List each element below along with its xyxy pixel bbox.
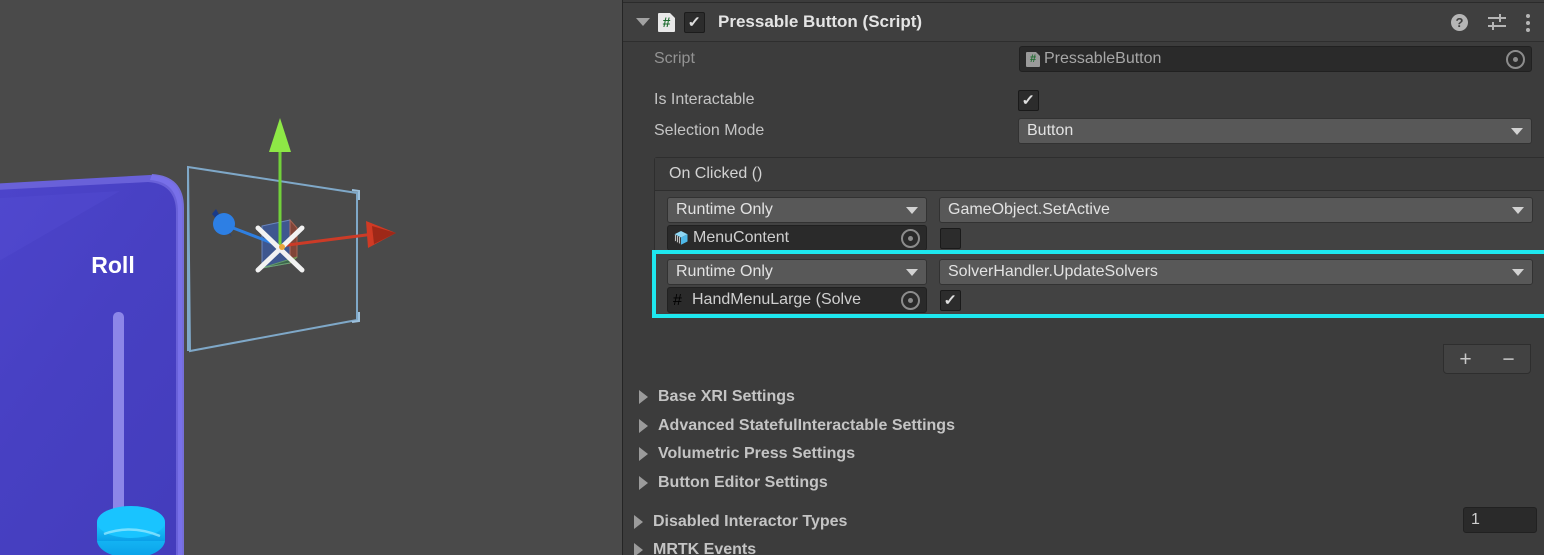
field-label-script: Script [654, 50, 695, 67]
remove-event-button[interactable]: − [1502, 349, 1514, 370]
event-list-add-remove: + − [1443, 344, 1531, 374]
script-object-field[interactable]: # PressableButton [1019, 46, 1532, 72]
chevron-right-icon[interactable] [639, 446, 648, 461]
inspector-panel: # ✓ Pressable Button (Script) ? Script #… [622, 0, 1544, 555]
preset-icon[interactable] [1488, 13, 1506, 31]
chevron-down-icon [1512, 206, 1524, 214]
foldout-volumetric-press-settings[interactable]: Volumetric Press Settings [623, 439, 1544, 468]
component-foldout-icon[interactable] [636, 18, 650, 26]
field-label-selection-mode: Selection Mode [654, 122, 765, 139]
foldout-label: Disabled Interactor Types [653, 512, 848, 530]
foldout-label: MRTK Events [653, 540, 757, 555]
cs-script-icon: # [1026, 51, 1040, 67]
event-target-object-field[interactable]: # HandMenuLarge (Solve [667, 287, 927, 313]
unity-event-on-clicked: On Clicked () Runtime Only GameObject.Se… [652, 157, 1544, 318]
field-label-is-interactable: Is Interactable [654, 91, 755, 108]
event-mode-dropdown[interactable]: Runtime Only [667, 197, 927, 223]
chevron-down-icon [1511, 127, 1523, 135]
event-entry-list: Runtime Only GameObject.SetActive MenuCo… [652, 191, 1544, 318]
scene-view[interactable]: Roll [0, 0, 620, 555]
foldout-advanced-statefulinteractable-settings[interactable]: Advanced StatefulInteractable Settings [623, 411, 1544, 440]
array-size-field[interactable]: 1 [1463, 507, 1537, 533]
is-interactable-checkbox[interactable]: ✓ [1018, 89, 1039, 111]
object-picker-icon[interactable] [901, 228, 920, 248]
more-menu-icon[interactable] [1526, 13, 1531, 32]
slider-knob [97, 506, 165, 555]
chevron-down-icon [906, 206, 918, 214]
event-title: On Clicked () [669, 165, 763, 182]
cs-script-icon: # [673, 292, 682, 309]
component-header-icons: ? [1451, 3, 1531, 41]
event-entry[interactable]: Runtime Only GameObject.SetActive MenuCo… [655, 191, 1544, 253]
chevron-down-icon [1512, 268, 1524, 276]
chevron-right-icon[interactable] [639, 475, 648, 490]
object-picker-icon[interactable] [1506, 49, 1525, 69]
component-title: Pressable Button (Script) [718, 12, 923, 31]
script-object-value: PressableButton [1044, 50, 1162, 67]
event-argument[interactable] [940, 227, 961, 249]
foldout-label: Button Editor Settings [658, 473, 828, 491]
event-target-object-field[interactable]: MenuContent [667, 225, 927, 251]
chevron-right-icon[interactable] [639, 418, 648, 433]
selection-mode-dropdown[interactable]: Button [1018, 118, 1532, 144]
unity-editor-window: Roll # ✓ Pressable Button (Script) ? Scr… [0, 0, 1544, 555]
chevron-down-icon [906, 268, 918, 276]
check-icon: ✓ [943, 291, 958, 309]
foldout-label: Volumetric Press Settings [658, 444, 856, 462]
chevron-right-icon[interactable] [634, 542, 643, 555]
cs-script-icon: # [658, 12, 675, 32]
chevron-right-icon[interactable] [639, 389, 648, 404]
field-row-script: Script # PressableButton [623, 45, 1544, 73]
event-mode-value: Runtime Only [676, 201, 773, 218]
event-mode-value: Runtime Only [676, 263, 773, 280]
foldout-mrtk-events[interactable]: MRTK Events [623, 535, 1544, 555]
check-icon: ✓ [1021, 91, 1036, 109]
check-icon: ✓ [687, 13, 702, 31]
event-function-dropdown[interactable]: SolverHandler.UpdateSolvers [939, 259, 1533, 285]
event-function-value: SolverHandler.UpdateSolvers [948, 263, 1158, 280]
event-function-dropdown[interactable]: GameObject.SetActive [939, 197, 1533, 223]
event-argument[interactable]: ✓ [940, 289, 961, 311]
gameobject-cube-icon [674, 231, 688, 245]
help-icon[interactable]: ? [1451, 13, 1468, 31]
event-title-bar: On Clicked () [655, 158, 1544, 191]
panel-label: Roll [91, 252, 134, 278]
array-size-value: 1 [1471, 511, 1480, 528]
selection-mode-value: Button [1027, 122, 1074, 139]
scene-viewport[interactable]: Roll [0, 0, 620, 555]
object-picker-icon[interactable] [901, 290, 920, 310]
foldout-button-editor-settings[interactable]: Button Editor Settings [623, 468, 1544, 497]
foldout-label: Advanced StatefulInteractable Settings [658, 416, 955, 434]
foldout-base-xri-settings[interactable]: Base XRI Settings [623, 382, 1544, 411]
foldout-label: Base XRI Settings [658, 387, 795, 405]
component-enabled-checkbox[interactable]: ✓ [684, 11, 705, 33]
event-mode-dropdown[interactable]: Runtime Only [667, 259, 927, 285]
chevron-right-icon[interactable] [634, 514, 643, 529]
event-target-name: HandMenuLarge (Solve [692, 291, 861, 308]
event-target-name: MenuContent [693, 229, 790, 246]
event-entry[interactable]: Runtime Only SolverHandler.UpdateSolvers… [652, 250, 1544, 318]
field-row-is-interactable: Is Interactable ✓ [623, 86, 1544, 114]
foldout-disabled-interactor-types[interactable]: Disabled Interactor Types [623, 507, 1544, 536]
hand-menu-panel: Roll [0, 174, 184, 555]
add-event-button[interactable]: + [1459, 349, 1471, 370]
event-bool-argument-checkbox[interactable] [940, 227, 961, 249]
event-bool-argument-checkbox[interactable]: ✓ [940, 289, 961, 311]
field-row-selection-mode: Selection Mode Button [623, 117, 1544, 145]
event-function-value: GameObject.SetActive [948, 201, 1110, 218]
component-header[interactable]: # ✓ Pressable Button (Script) ? [623, 2, 1544, 42]
